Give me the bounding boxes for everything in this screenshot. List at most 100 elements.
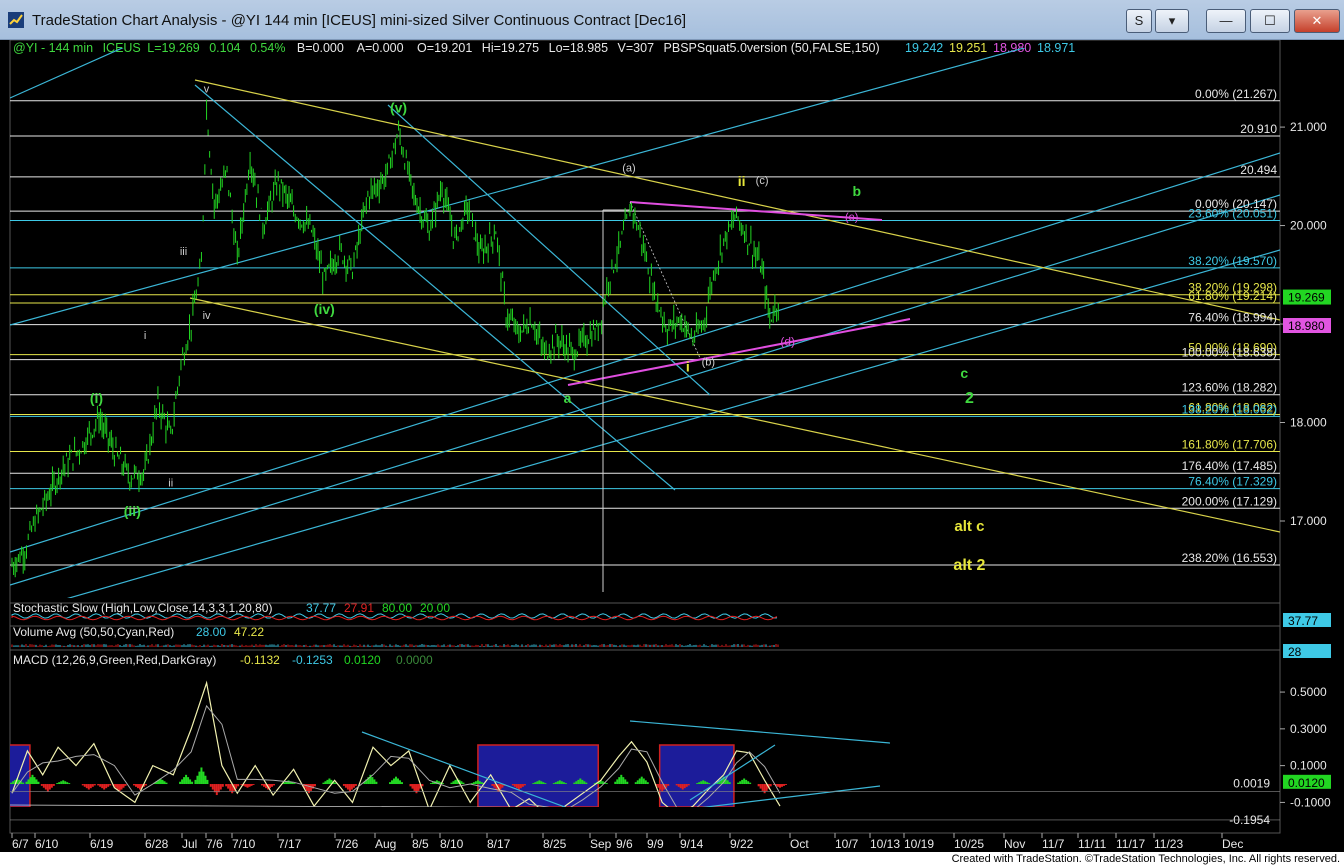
macd-value-1: -0.1253 bbox=[292, 653, 333, 667]
window-title-bar: TradeStation Chart Analysis - @YI 144 mi… bbox=[0, 0, 1344, 40]
fib-level-label: 23.60% (20.051) bbox=[1188, 207, 1277, 221]
wave-label: (d) bbox=[780, 335, 795, 349]
fib-level-label: 100.00% (18.638) bbox=[1182, 346, 1277, 360]
time-tick-label: 6/10 bbox=[35, 837, 59, 851]
fib-level-label: 76.40% (18.994) bbox=[1188, 311, 1277, 325]
indicator-value-1: 19.251 bbox=[949, 41, 987, 55]
stochastic-value-2: 80.00 bbox=[382, 601, 412, 615]
macd-tick-label: 0.5000 bbox=[1290, 685, 1327, 699]
macd-tick-label: 0.3000 bbox=[1290, 722, 1327, 736]
header-last: L=19.269 bbox=[147, 41, 200, 55]
header-change-pct: 0.54% bbox=[250, 41, 285, 55]
header-high: Hi=19.275 bbox=[482, 41, 539, 55]
wave-label: i bbox=[144, 330, 146, 342]
time-tick-label: 7/17 bbox=[278, 837, 302, 851]
dropdown-button[interactable]: ▾ bbox=[1155, 9, 1189, 33]
volume-label: Volume Avg (50,50,Cyan,Red) bbox=[13, 625, 174, 639]
volume-value-1: 47.22 bbox=[234, 625, 264, 639]
time-tick-label: 8/5 bbox=[412, 837, 429, 851]
fib-level-label: 38.20% (19.570) bbox=[1188, 254, 1277, 268]
wave-label: a bbox=[564, 390, 572, 406]
indicator-value-3: 18.971 bbox=[1037, 41, 1075, 55]
wave-label: (v) bbox=[390, 99, 407, 115]
fib-level-label: 238.20% (16.553) bbox=[1182, 551, 1277, 565]
wave-label: ii bbox=[738, 173, 746, 189]
wave-label: (e) bbox=[845, 212, 858, 224]
wave-label: 2 bbox=[965, 390, 974, 407]
macd-label: MACD (12,26,9,Green,Red,DarkGray) bbox=[13, 653, 216, 667]
wave-label: alt c bbox=[954, 518, 984, 535]
wave-label: ii bbox=[168, 478, 173, 490]
wave-label: iii bbox=[180, 246, 187, 258]
volume-value-0: 28.00 bbox=[196, 625, 226, 639]
price-tag: 18.980 bbox=[1288, 319, 1325, 333]
time-tick-label: 6/7 bbox=[12, 837, 29, 851]
fib-level-label: 76.40% (17.329) bbox=[1188, 475, 1277, 489]
price-tick-label: 20.000 bbox=[1290, 219, 1327, 233]
macd-tick-label: 0.1000 bbox=[1290, 759, 1327, 773]
time-tick-label: Sep bbox=[590, 837, 612, 851]
header-change: 0.104 bbox=[209, 41, 240, 55]
time-tick-label: 9/9 bbox=[647, 837, 664, 851]
chart-canvas[interactable]: @YI - 144 min ICEUS L=19.269 0.104 0.54%… bbox=[0, 40, 1344, 852]
header-open: O=19.201 bbox=[417, 41, 472, 55]
wave-label: (ii) bbox=[124, 503, 141, 519]
stochastic-value-1: 27.91 bbox=[344, 601, 374, 615]
stochastic-label: Stochastic Slow (High,Low,Close,14,3,3,1… bbox=[13, 601, 272, 615]
wave-label: (a) bbox=[622, 162, 635, 174]
time-tick-label: 11/7 bbox=[1042, 837, 1065, 851]
macd-value-3: 0.0000 bbox=[396, 653, 433, 667]
header-symbol: @YI - 144 min bbox=[13, 41, 93, 55]
time-tick-label: 7/26 bbox=[335, 837, 359, 851]
minimize-button[interactable]: — bbox=[1206, 9, 1246, 33]
footer: Created with TradeStation. ©TradeStation… bbox=[0, 852, 1344, 866]
wave-label: b bbox=[853, 183, 862, 199]
time-tick-label: 10/25 bbox=[954, 837, 984, 851]
macd-level-label: -0.1954 bbox=[1229, 813, 1270, 827]
maximize-button[interactable]: ☐ bbox=[1250, 9, 1290, 33]
time-tick-label: 7/6 bbox=[206, 837, 223, 851]
close-button[interactable]: ✕ bbox=[1294, 9, 1340, 33]
macd-level-tag: 0.0120 bbox=[1288, 776, 1325, 790]
time-tick-label: 8/17 bbox=[487, 837, 511, 851]
fib-level-label: 0.00% (21.267) bbox=[1195, 87, 1277, 101]
time-tick-label: 9/22 bbox=[730, 837, 754, 851]
wave-label: (iv) bbox=[314, 301, 335, 317]
header-volume: V=307 bbox=[618, 41, 655, 55]
time-tick-label: 6/19 bbox=[90, 837, 114, 851]
time-tick-label: Jul bbox=[182, 837, 197, 851]
time-tick-label: Oct bbox=[790, 837, 809, 851]
macd-value-0: -0.1132 bbox=[240, 653, 280, 667]
time-tick-label: 9/14 bbox=[680, 837, 704, 851]
price-tick-label: 17.000 bbox=[1290, 514, 1327, 528]
time-tick-label: 8/10 bbox=[440, 837, 464, 851]
wave-label: iv bbox=[203, 310, 211, 322]
time-tick-label: 11/11 bbox=[1078, 837, 1107, 851]
time-tick-label: Aug bbox=[375, 837, 396, 851]
s-menu-button[interactable]: S bbox=[1126, 9, 1152, 33]
wave-label: (b) bbox=[702, 356, 715, 368]
indicator-value-0: 19.242 bbox=[905, 41, 943, 55]
time-tick-label: 11/17 bbox=[1116, 837, 1145, 851]
fib-level-label: 123.60% (18.282) bbox=[1182, 381, 1277, 395]
fib-level-label: 200.00% (17.129) bbox=[1182, 494, 1277, 508]
fib-level-label: 20.494 bbox=[1240, 163, 1277, 177]
fib-level-label: 138.20% (18.062) bbox=[1182, 402, 1277, 416]
stochastic-tag: 37.77 bbox=[1288, 614, 1318, 628]
time-tick-label: 11/23 bbox=[1154, 837, 1183, 851]
macd-tick-label: -0.1000 bbox=[1290, 795, 1331, 809]
fib-level-label: 161.80% (17.706) bbox=[1182, 437, 1277, 451]
footer-credit: Created with TradeStation. ©TradeStation… bbox=[951, 853, 1340, 865]
time-tick-label: 9/6 bbox=[616, 837, 633, 851]
wave-label: c bbox=[960, 365, 968, 381]
wave-label: alt 2 bbox=[953, 557, 985, 574]
stochastic-value-0: 37.77 bbox=[306, 601, 336, 615]
price-tick-label: 18.000 bbox=[1290, 416, 1327, 430]
time-tick-label: 10/7 bbox=[835, 837, 859, 851]
price-tag: 19.269 bbox=[1288, 291, 1325, 305]
header-low: Lo=18.985 bbox=[549, 41, 608, 55]
wave-label: (i) bbox=[90, 390, 103, 406]
wave-label: v bbox=[204, 84, 210, 96]
price-tick-label: 21.000 bbox=[1290, 120, 1327, 134]
chart-background bbox=[0, 40, 1344, 852]
